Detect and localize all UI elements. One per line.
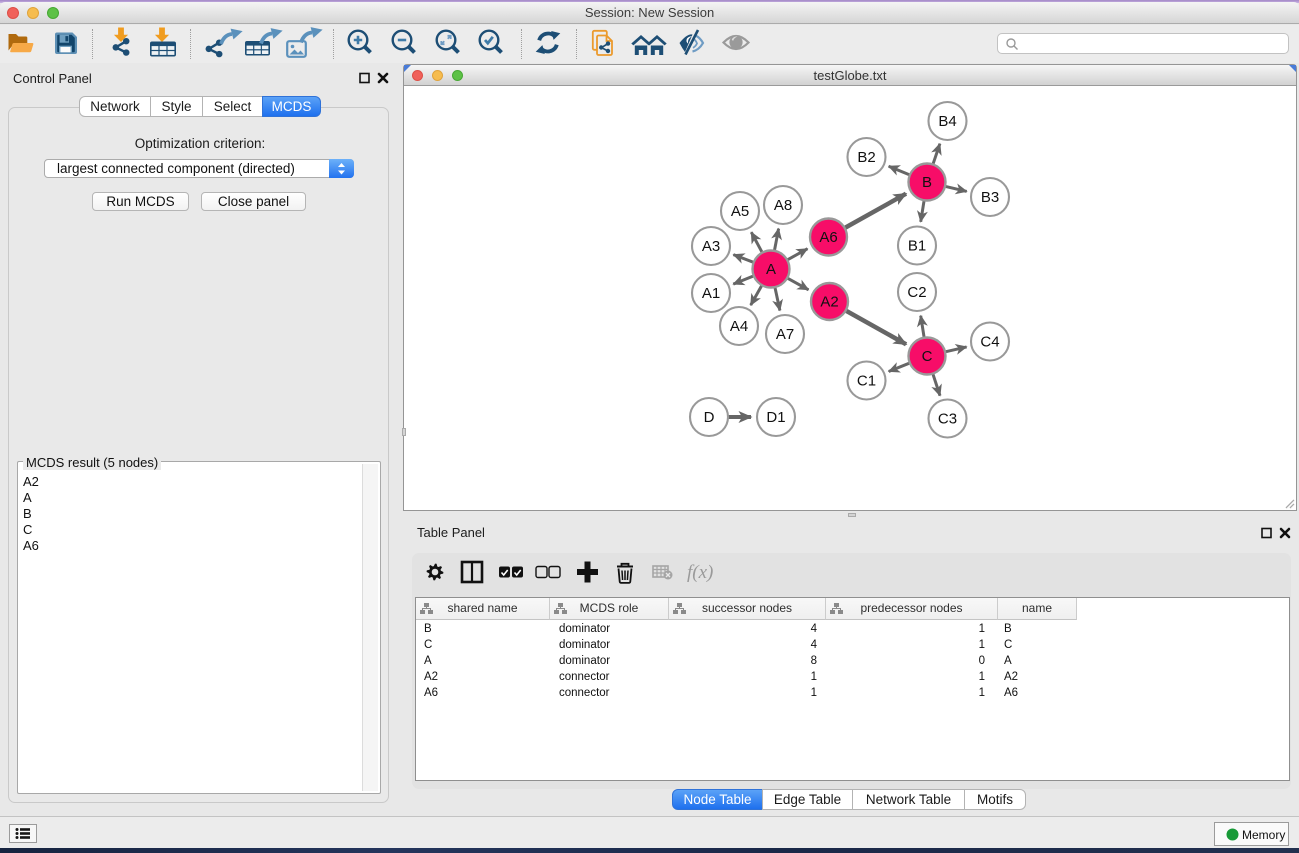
svg-text:B1: B1 [908,238,926,255]
svg-text:C: C [922,348,933,365]
svg-text:C1: C1 [857,373,876,390]
svg-text:f(x): f(x) [687,562,713,583]
svg-text:A5: A5 [731,203,749,220]
svg-text:C3: C3 [938,411,957,428]
svg-text:A3: A3 [702,238,720,255]
svg-text:A4: A4 [730,318,748,335]
svg-text:B2: B2 [857,149,875,166]
svg-text:B: B [922,174,932,191]
svg-text:B3: B3 [981,189,999,206]
svg-text:D1: D1 [766,409,785,426]
svg-text:B4: B4 [938,113,956,130]
svg-text:A8: A8 [774,197,792,214]
svg-text:A2: A2 [820,294,838,311]
svg-text:C4: C4 [980,334,999,351]
svg-text:A6: A6 [819,229,837,246]
svg-text:C2: C2 [907,284,926,301]
svg-text:A7: A7 [776,326,794,343]
svg-text:A: A [766,261,776,278]
svg-text:A1: A1 [702,285,720,302]
svg-text:D: D [704,409,715,426]
